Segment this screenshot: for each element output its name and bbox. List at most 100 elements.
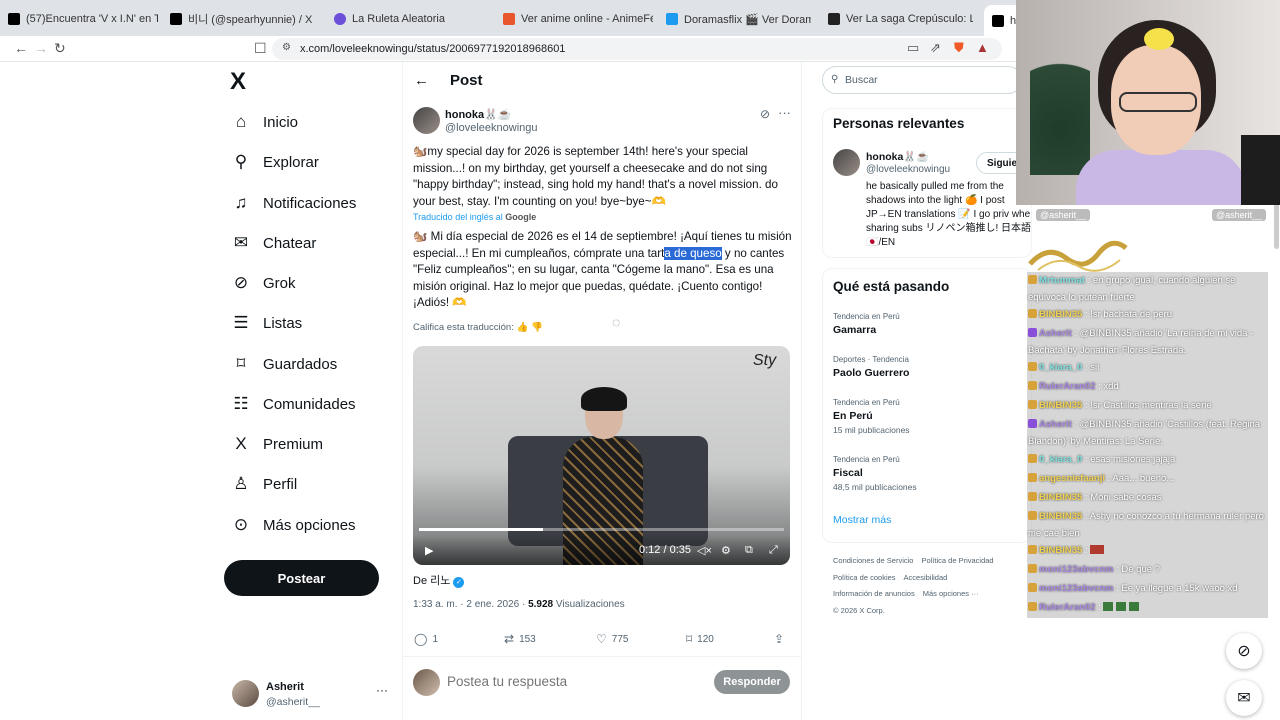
tab-ruleta[interactable]: La Ruleta Aleatoria [334,6,484,32]
badge-icon [1028,328,1037,337]
person-name[interactable]: honoka🐰☕ [866,150,929,163]
webcam-overlay [1016,0,1280,205]
badge-icon [1028,454,1037,463]
thumbs-up-icon[interactable]: 👍 [517,322,529,333]
settings-icon[interactable]: ⚙ [721,544,731,557]
nav-item-mas-opciones[interactable]: ⊙ Más opciones [230,510,356,540]
cam-label: @asherit__ [1036,209,1091,221]
tab-doramasflix[interactable]: Doramasflix 🎬 Ver Doramas Online [666,6,811,32]
tweet-translation: 🐿️ Mi día especial de 2026 es el 14 de s… [413,230,792,310]
rewards-icon[interactable]: ▲ [976,40,989,55]
tab-tiktok[interactable]: (57)Encuentra 'V x I.N' en TikTok | Bu [8,6,158,32]
x-logo-icon[interactable]: X [230,68,246,96]
nav-item-listas[interactable]: ☰ Listas [230,308,302,338]
trend-item[interactable]: Tendencia en Perú Fiscal 48,5 mil publicac… [833,455,1013,492]
forward-icon[interactable]: → [34,40,48,56]
reply-input[interactable] [447,674,687,689]
volume-mute-icon[interactable]: ◁× [697,544,712,557]
grok-fab-icon[interactable]: ⊘ [1226,633,1262,669]
nav-item-inicio[interactable]: ⌂ Inicio [230,107,298,137]
account-switcher[interactable]: Asherit @asherit__ ··· [232,678,392,712]
nav-item-perfil[interactable]: ♙ Perfil [230,469,297,499]
nav-item-guardados[interactable]: ⌑ Guardados [230,349,338,379]
emote-icon [1103,602,1140,611]
reply-icon: ◯ [414,632,428,646]
nav-item-chatear[interactable]: ✉ Chatear [230,228,317,258]
google-logo: Google [505,212,537,222]
cast-icon[interactable]: ▭ [907,40,919,56]
badge-icon [1028,275,1037,284]
messages-fab-icon[interactable]: ✉ [1226,680,1262,716]
search-icon: ⚲ [234,152,248,171]
post-button[interactable]: Postear [224,560,379,596]
bell-icon: ♫ [234,193,248,212]
tab-crepusculo[interactable]: Ver La saga Crepúsculo: Luna nueva [828,6,973,32]
video-time: 0:12 / 0:35 [639,544,691,556]
tab-animefenix[interactable]: Ver anime online - AnimeFénix [503,6,653,32]
brave-shield-icon[interactable]: ⛊ [954,40,964,56]
video-player[interactable]: Sty ▶ 0:12 / 0:35 ◁× ⚙ ⧉ ⤢ [413,346,790,565]
share-button[interactable]: ⇪ [774,632,784,646]
bookmark-button[interactable]: ⌑ 120 [686,632,714,646]
search-input[interactable]: ⚲ Buscar [822,66,1022,94]
badge-icon [1028,602,1037,611]
repost-icon: ⇄ [504,632,515,646]
more-icon[interactable]: ··· [778,105,791,120]
person-bio: he basically pulled me from the shadows … [866,181,1032,248]
bookmark-icon[interactable]: ☐ [254,40,267,57]
reload-icon[interactable]: ↻ [54,40,66,57]
thumbs-down-icon[interactable]: 👎 [531,322,543,333]
nav-item-notificaciones[interactable]: ♫ Notificaciones [230,188,357,218]
footer-links: Condiciones de Servicio Política de Priva… [833,556,994,615]
translation-note: Traducido del inglés al Google [413,212,537,222]
chat-message: 0_kiara_0 : esas misiones jajaja [1028,451,1268,468]
more-icon[interactable]: ··· [376,683,388,697]
chat-message: BINBIN35 : !sr Castillos mentiras la ser… [1028,397,1268,414]
nav-item-grok[interactable]: ⊘ Grok [230,268,296,298]
grok-icon[interactable]: ⊘ [760,107,770,121]
video-progress-bar[interactable] [419,528,784,531]
nav-item-premium[interactable]: X Premium [230,429,323,459]
badge-icon [1028,362,1037,371]
reply-submit-button[interactable]: Responder [714,670,790,694]
badge-icon [1028,564,1037,573]
dragon-decoration [1028,240,1128,272]
back-arrow-icon[interactable]: ← [414,72,429,89]
trend-item[interactable]: Deportes · Tendencia Paolo Guerrero [833,355,1013,379]
nav-item-comunidades[interactable]: ☷ Comunidades [230,389,355,419]
selected-text: a de queso [664,246,722,260]
author-avatar[interactable] [413,107,440,134]
reply-button[interactable]: ◯ 1 [414,632,438,646]
chat-message: BINBIN35 : [1028,542,1268,559]
fullscreen-icon[interactable]: ⤢ [769,544,778,557]
badge-icon [1028,492,1037,501]
animefenix-icon [503,13,515,25]
badge-icon [1028,419,1037,428]
nav-item-explorar[interactable]: ⚲ Explorar [230,147,319,177]
chat-message: BINBIN35 : Ashy no conozco a tu hermana … [1028,511,1264,539]
share-icon: ⇪ [774,632,785,646]
repost-button[interactable]: ⇄ 153 [504,632,536,646]
grok-icon: ⊘ [233,273,249,292]
trend-item[interactable]: Tendencia en Perú Gamarra [833,312,1013,336]
trend-item[interactable]: Tendencia en Perú En Perú 15 mil publicaci… [833,398,1013,435]
play-icon[interactable]: ▶ [425,544,433,557]
rate-translation: Califica esta traducción: 👍 👎 [413,322,543,333]
video-progress-fill [419,528,544,531]
like-button[interactable]: ♡ 775 [596,632,628,646]
person-handle[interactable]: @loveleeknowingu [866,164,950,175]
site-info-icon[interactable]: ⚙ [282,42,291,53]
divider [402,656,802,657]
tab-x-spearhyunnie[interactable]: 비니 (@spearhyunnie) / X [170,6,320,32]
person-avatar[interactable] [833,149,860,176]
pip-icon[interactable]: ⧉ [745,544,753,557]
author-name[interactable]: honoka🐰☕ [445,108,512,121]
x-logo-icon [170,13,182,25]
video-author[interactable]: 리노 [430,575,450,587]
author-handle[interactable]: @loveleeknowingu [445,122,538,134]
back-icon[interactable]: ← [14,40,28,56]
show-more-link[interactable]: Mostrar más [833,514,891,526]
share-icon[interactable]: ⇗ [930,40,941,56]
url-field[interactable]: x.com/loveleeknowingu/status/20069771920… [272,38,1002,60]
tweet-text: 🐿️my special day for 2026 is september 1… [413,145,778,208]
